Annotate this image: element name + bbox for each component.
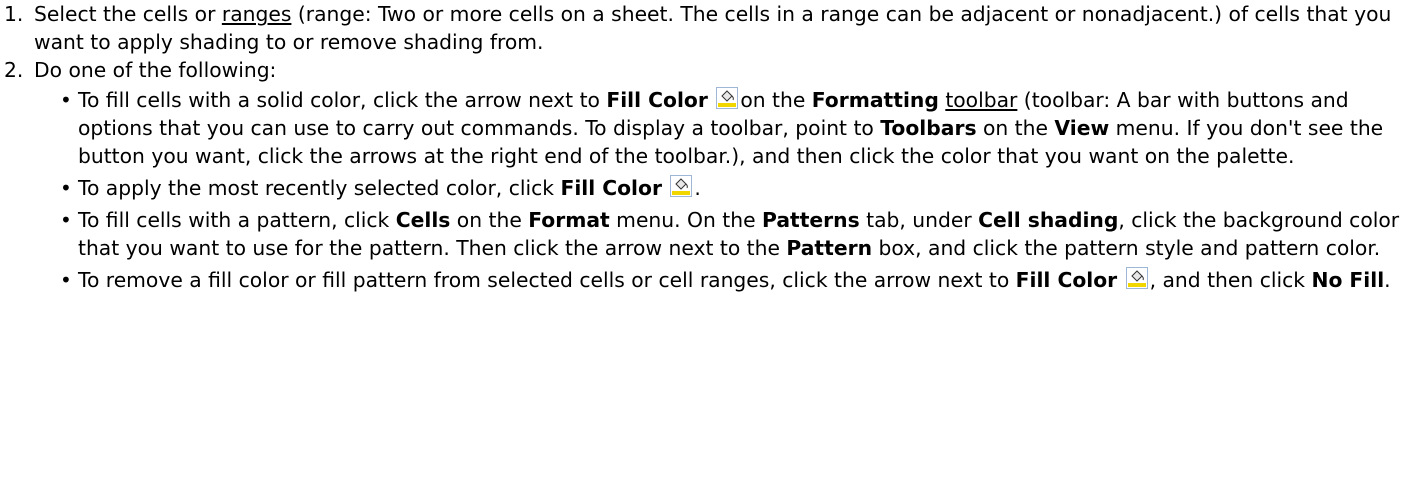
step-2: 2. Do one of the following: — [0, 56, 1401, 84]
step-number: 2. — [4, 58, 24, 82]
fill-color-term: Fill Color — [606, 88, 708, 112]
bullet-icon: • — [60, 268, 72, 292]
item-text: To fill cells with a solid color, click … — [78, 88, 607, 112]
list-item: • To remove a fill color or fill pattern… — [0, 266, 1401, 294]
fill-color-term: Fill Color — [1015, 268, 1118, 292]
item-text: on the — [976, 116, 1055, 140]
item-text: To fill cells with a pattern, click — [78, 208, 396, 232]
item-text: To remove a fill color or fill pattern f… — [78, 268, 1016, 292]
item-text: . — [1384, 268, 1391, 292]
view-term: View — [1054, 116, 1110, 140]
step-text: Do one of the following: — [34, 58, 277, 82]
bullet-icon: • — [60, 88, 72, 112]
options-list: • To fill cells with a solid color, clic… — [0, 86, 1401, 294]
bullet-icon: • — [60, 176, 72, 200]
toolbars-term: Toolbars — [880, 116, 977, 140]
fill-color-icon — [1125, 267, 1148, 289]
format-term: Format — [528, 208, 610, 232]
fill-color-icon — [716, 87, 739, 109]
step-text: Select the cells or — [34, 2, 222, 26]
patterns-term: Patterns — [762, 208, 860, 232]
item-text: To apply the most recently selected colo… — [78, 176, 561, 200]
item-text: menu. On the — [609, 208, 763, 232]
ranges-link[interactable]: ranges — [222, 2, 292, 26]
pattern-term: Pattern — [786, 236, 873, 260]
item-text: on the — [450, 208, 529, 232]
item-text: tab, under — [859, 208, 979, 232]
no-fill-term: No Fill — [1311, 268, 1385, 292]
bullet-icon: • — [60, 208, 72, 232]
list-item: • To fill cells with a pattern, click Ce… — [0, 206, 1401, 262]
fill-color-icon — [670, 175, 693, 197]
toolbar-link[interactable]: toolbar — [945, 88, 1017, 112]
help-document: 1. Select the cells or ranges (range: Tw… — [0, 0, 1401, 496]
fill-color-term: Fill Color — [560, 176, 662, 200]
item-text: on the — [740, 88, 812, 112]
item-text: , and then click — [1149, 268, 1312, 292]
item-text: . — [694, 176, 701, 200]
cell-shading-term: Cell shading — [978, 208, 1119, 232]
formatting-term: Formatting — [811, 88, 939, 112]
step-1: 1. Select the cells or ranges (range: Tw… — [0, 0, 1401, 56]
item-text: box, and click the pattern style and pat… — [872, 236, 1381, 260]
step-number: 1. — [4, 2, 24, 26]
list-item: • To apply the most recently selected co… — [0, 174, 1401, 202]
cells-term: Cells — [395, 208, 451, 232]
list-item: • To fill cells with a solid color, clic… — [0, 86, 1401, 170]
